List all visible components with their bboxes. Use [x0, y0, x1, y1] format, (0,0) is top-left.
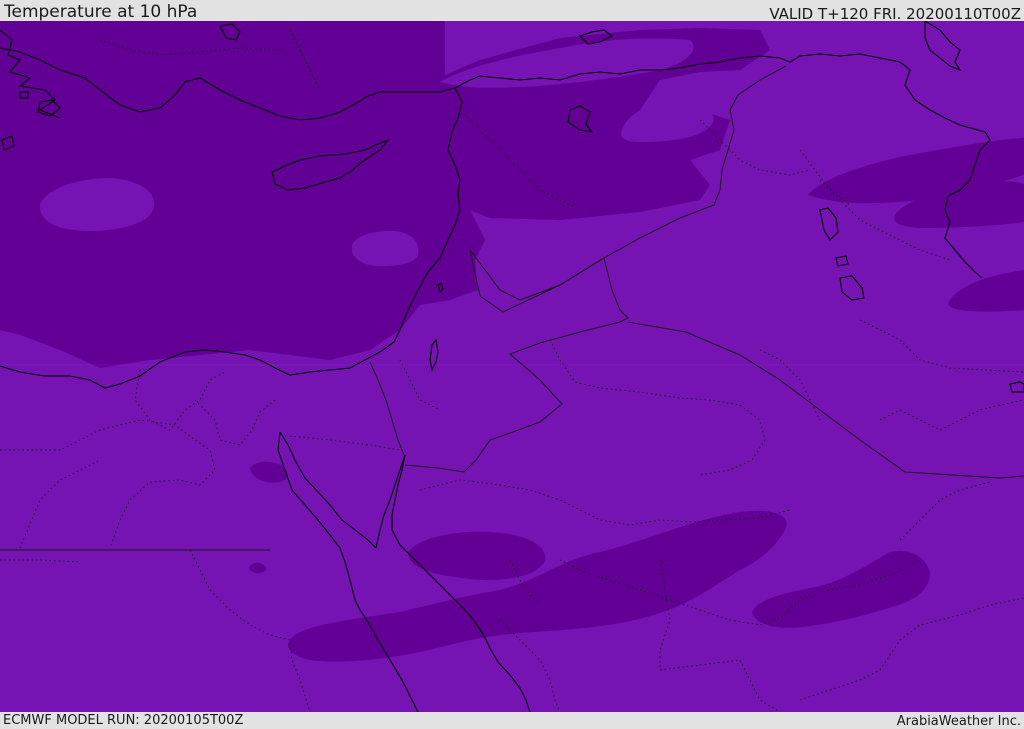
- header-bar: Temperature at 10 hPa VALID T+120 FRI. 2…: [0, 0, 1024, 23]
- chart-title: Temperature at 10 hPa: [4, 2, 198, 22]
- footer-bar: ECMWF MODEL RUN: 20200105T00Z ArabiaWeat…: [0, 712, 1024, 729]
- warm-patch-center: [351, 230, 419, 267]
- model-run-label: ECMWF MODEL RUN: 20200105T00Z: [3, 713, 244, 728]
- weather-map: [0, 21, 1024, 712]
- credit-label: ArabiaWeather Inc.: [896, 714, 1021, 729]
- map-canvas: [0, 21, 1024, 712]
